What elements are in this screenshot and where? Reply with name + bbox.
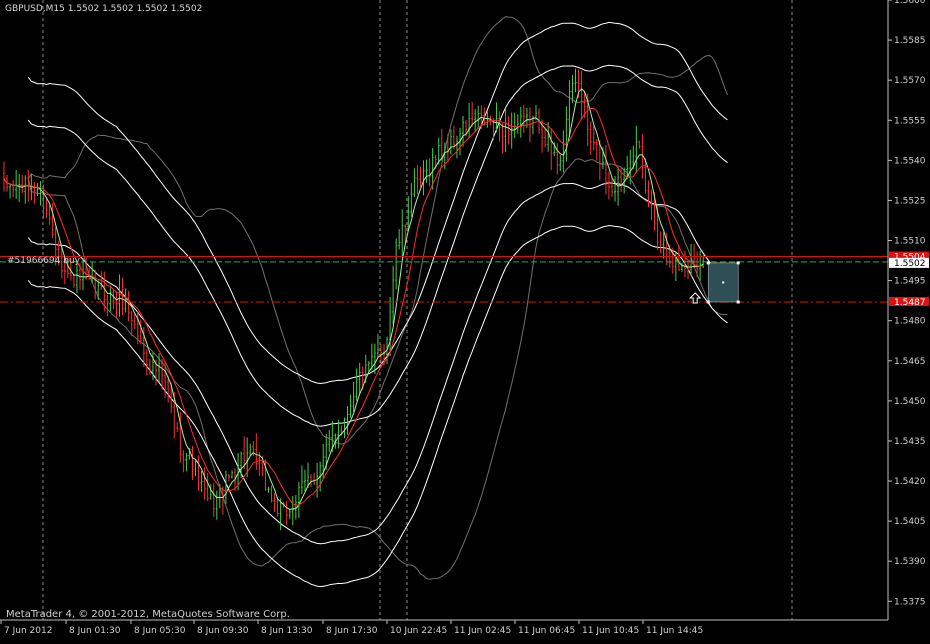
symbol-header: GBPUSD,M15 1.5502 1.5502 1.5502 1.5502 — [5, 4, 203, 14]
chart-background — [0, 0, 930, 640]
x-tick-label: 8 Jun 01:30 — [69, 626, 121, 636]
x-tick-label: 8 Jun 05:30 — [134, 626, 186, 636]
order-label: #51966694 buy — [7, 256, 80, 266]
y-tick-label: 1.5435 — [894, 437, 926, 447]
y-tick-label: 1.5420 — [894, 477, 926, 487]
price-chart[interactable]: 1.5600 1.5585 1.5570 1.5555 1.5540 1.5525 1.55… — [0, 0, 930, 640]
x-tick-label: 11 Jun 02:45 — [454, 626, 511, 636]
chart-window[interactable]: 1.5600 1.5585 1.5570 1.5555 1.5540 1.5525 1.55… — [0, 0, 930, 640]
stop-price-tag-label: 1.5487 — [894, 298, 926, 308]
current-price-tag-label: 1.5502 — [894, 259, 926, 269]
y-tick-label: 1.5555 — [894, 116, 926, 126]
y-tick-label: 1.5540 — [894, 156, 926, 166]
y-tick-label: 1.5480 — [894, 317, 926, 327]
x-tick-label: 11 Jun 06:45 — [518, 626, 575, 636]
x-tick-label: 8 Jun 17:30 — [326, 626, 378, 636]
selection-handle-3 — [736, 300, 740, 304]
y-tick-label: 1.5495 — [894, 277, 926, 287]
y-tick-label: 1.5450 — [894, 397, 926, 407]
y-tick-label: 1.5390 — [894, 557, 926, 567]
copyright-text: MetaTrader 4, © 2001-2012, MetaQuotes So… — [6, 609, 290, 620]
selection-handle-1 — [736, 261, 740, 265]
x-tick-label: 11 Jun 14:45 — [646, 626, 703, 636]
y-tick-label: 1.5525 — [894, 196, 926, 206]
x-tick-label: 10 Jun 22:45 — [390, 626, 447, 636]
y-tick-label: 1.5585 — [894, 36, 926, 46]
y-tick-label: 1.5375 — [894, 597, 926, 607]
x-tick-label: 7 Jun 2012 — [4, 626, 52, 636]
y-tick-label: 1.5570 — [894, 76, 926, 86]
y-tick-label: 1.5405 — [894, 517, 926, 527]
x-tick-label: 8 Jun 13:30 — [261, 626, 313, 636]
y-tick-label: 1.5600 — [894, 0, 926, 6]
x-tick-label: 8 Jun 09:30 — [197, 626, 249, 636]
x-tick-label: 11 Jun 10:45 — [582, 626, 639, 636]
y-tick-label: 1.5510 — [894, 237, 926, 247]
y-tick-label: 1.5465 — [894, 357, 926, 367]
selection-handle-2 — [706, 300, 710, 304]
selection-handle-0 — [706, 261, 710, 265]
selection-box-center — [722, 281, 725, 284]
